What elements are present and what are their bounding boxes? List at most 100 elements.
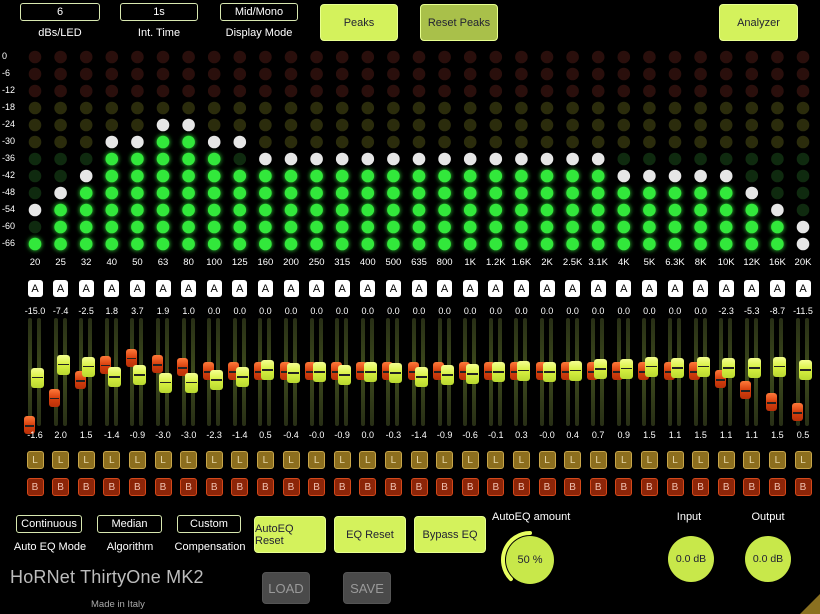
bell-toggle[interactable]: B bbox=[129, 478, 146, 496]
low-shelf-toggle[interactable]: L bbox=[308, 451, 325, 469]
eq-slider-handle[interactable] bbox=[338, 365, 351, 385]
eq-slider-handle[interactable] bbox=[159, 373, 172, 393]
low-shelf-toggle[interactable]: L bbox=[615, 451, 632, 469]
auto-toggle-button[interactable]: A bbox=[79, 280, 94, 297]
low-shelf-toggle[interactable]: L bbox=[52, 451, 69, 469]
eq-slider-handle[interactable] bbox=[133, 365, 146, 385]
eq-slider-handle[interactable] bbox=[569, 361, 582, 381]
low-shelf-toggle[interactable]: L bbox=[692, 451, 709, 469]
low-shelf-toggle[interactable]: L bbox=[27, 451, 44, 469]
low-shelf-toggle[interactable]: L bbox=[436, 451, 453, 469]
auto-toggle-button[interactable]: A bbox=[156, 280, 171, 297]
auto-toggle-button[interactable]: A bbox=[412, 280, 427, 297]
auto-toggle-button[interactable]: A bbox=[309, 280, 324, 297]
eq-slider-handle[interactable] bbox=[441, 365, 454, 385]
bell-toggle[interactable]: B bbox=[231, 478, 248, 496]
input-knob[interactable]: 0.0 dB bbox=[668, 536, 714, 582]
auto-toggle-button[interactable]: A bbox=[719, 280, 734, 297]
low-shelf-toggle[interactable]: L bbox=[257, 451, 274, 469]
eq-slider-handle[interactable] bbox=[287, 363, 300, 383]
low-shelf-toggle[interactable]: L bbox=[539, 451, 556, 469]
low-shelf-toggle[interactable]: L bbox=[385, 451, 402, 469]
auto-toggle-button[interactable]: A bbox=[540, 280, 555, 297]
bell-toggle[interactable]: B bbox=[564, 478, 581, 496]
bell-toggle[interactable]: B bbox=[27, 478, 44, 496]
auto-toggle-button[interactable]: A bbox=[693, 280, 708, 297]
bell-toggle[interactable]: B bbox=[359, 478, 376, 496]
auto-toggle-button[interactable]: A bbox=[104, 280, 119, 297]
low-shelf-toggle[interactable]: L bbox=[718, 451, 735, 469]
auto-toggle-button[interactable]: A bbox=[53, 280, 68, 297]
low-shelf-toggle[interactable]: L bbox=[487, 451, 504, 469]
bell-toggle[interactable]: B bbox=[103, 478, 120, 496]
auto-toggle-button[interactable]: A bbox=[284, 280, 299, 297]
resize-corner-icon[interactable] bbox=[800, 594, 820, 614]
low-shelf-toggle[interactable]: L bbox=[206, 451, 223, 469]
bell-toggle[interactable]: B bbox=[641, 478, 658, 496]
auto-toggle-button[interactable]: A bbox=[258, 280, 273, 297]
eq-slider-handle[interactable] bbox=[773, 357, 786, 377]
eq-slider-handle[interactable] bbox=[313, 362, 326, 382]
eq-slider-handle[interactable] bbox=[57, 355, 70, 375]
bell-toggle[interactable]: B bbox=[615, 478, 632, 496]
bypass-eq-button[interactable]: Bypass EQ bbox=[414, 516, 486, 553]
auto-toggle-button[interactable]: A bbox=[668, 280, 683, 297]
low-shelf-toggle[interactable]: L bbox=[795, 451, 812, 469]
bell-toggle[interactable]: B bbox=[52, 478, 69, 496]
low-shelf-toggle[interactable]: L bbox=[641, 451, 658, 469]
eq-slider-handle[interactable] bbox=[697, 357, 710, 377]
bell-toggle[interactable]: B bbox=[513, 478, 530, 496]
bell-toggle[interactable]: B bbox=[769, 478, 786, 496]
bell-toggle[interactable]: B bbox=[667, 478, 684, 496]
algorithm-selector[interactable]: Median bbox=[97, 515, 162, 533]
low-shelf-toggle[interactable]: L bbox=[462, 451, 479, 469]
auto-toggle-button[interactable]: A bbox=[770, 280, 785, 297]
eq-slider-handle[interactable] bbox=[236, 367, 249, 387]
eq-slider-handle[interactable] bbox=[671, 358, 684, 378]
bell-toggle[interactable]: B bbox=[718, 478, 735, 496]
low-shelf-toggle[interactable]: L bbox=[231, 451, 248, 469]
auto-toggle-button[interactable]: A bbox=[616, 280, 631, 297]
low-shelf-toggle[interactable]: L bbox=[411, 451, 428, 469]
eq-slider-handle[interactable] bbox=[466, 364, 479, 384]
auto-toggle-button[interactable]: A bbox=[488, 280, 503, 297]
compensation-selector[interactable]: Custom bbox=[177, 515, 241, 533]
auto-toggle-button[interactable]: A bbox=[232, 280, 247, 297]
load-button[interactable]: LOAD bbox=[262, 572, 310, 604]
auto-toggle-button[interactable]: A bbox=[437, 280, 452, 297]
auto-toggle-button[interactable]: A bbox=[642, 280, 657, 297]
eq-slider-handle[interactable] bbox=[261, 360, 274, 380]
eq-slider-handle[interactable] bbox=[594, 359, 607, 379]
auto-toggle-button[interactable]: A bbox=[744, 280, 759, 297]
bell-toggle[interactable]: B bbox=[692, 478, 709, 496]
eq-slider-handle[interactable] bbox=[108, 367, 121, 387]
eq-slider-handle[interactable] bbox=[415, 367, 428, 387]
low-shelf-toggle[interactable]: L bbox=[359, 451, 376, 469]
bell-toggle[interactable]: B bbox=[539, 478, 556, 496]
auto-eq-mode-selector[interactable]: Continuous bbox=[16, 515, 82, 533]
bell-toggle[interactable]: B bbox=[385, 478, 402, 496]
bell-toggle[interactable]: B bbox=[308, 478, 325, 496]
bell-toggle[interactable]: B bbox=[462, 478, 479, 496]
eq-slider-handle[interactable] bbox=[543, 362, 556, 382]
auto-toggle-button[interactable]: A bbox=[514, 280, 529, 297]
eq-slider-handle[interactable] bbox=[31, 368, 44, 388]
auto-toggle-button[interactable]: A bbox=[565, 280, 580, 297]
autoeq-amount-knob[interactable]: 50 % bbox=[500, 530, 560, 590]
low-shelf-toggle[interactable]: L bbox=[564, 451, 581, 469]
eq-slider-handle[interactable] bbox=[389, 363, 402, 383]
auto-toggle-button[interactable]: A bbox=[28, 280, 43, 297]
bell-toggle[interactable]: B bbox=[334, 478, 351, 496]
low-shelf-toggle[interactable]: L bbox=[590, 451, 607, 469]
eq-slider-handle[interactable] bbox=[620, 359, 633, 379]
low-shelf-toggle[interactable]: L bbox=[78, 451, 95, 469]
auto-toggle-button[interactable]: A bbox=[130, 280, 145, 297]
low-shelf-toggle[interactable]: L bbox=[743, 451, 760, 469]
eq-slider-handle[interactable] bbox=[492, 362, 505, 382]
bell-toggle[interactable]: B bbox=[436, 478, 453, 496]
auto-toggle-button[interactable]: A bbox=[463, 280, 478, 297]
autoeq-reset-button[interactable]: AutoEQ Reset bbox=[254, 516, 326, 553]
eq-slider-handle[interactable] bbox=[185, 373, 198, 393]
low-shelf-toggle[interactable]: L bbox=[513, 451, 530, 469]
output-knob[interactable]: 0.0 dB bbox=[745, 536, 791, 582]
